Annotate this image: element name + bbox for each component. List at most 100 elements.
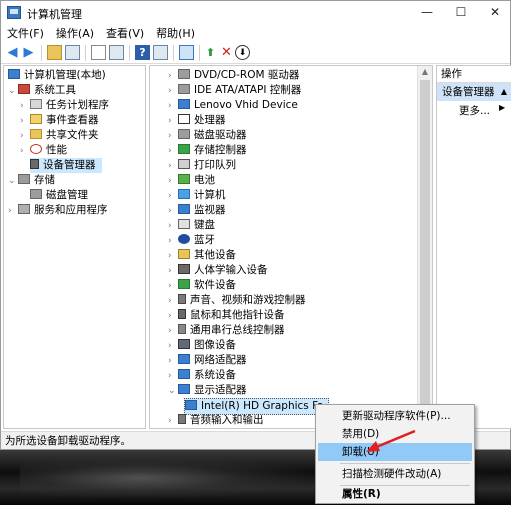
menu-file[interactable]: 文件(F)	[1, 25, 50, 43]
chevron-right-icon[interactable]: ›	[168, 324, 178, 339]
chevron-right-icon[interactable]: ›	[8, 204, 18, 219]
collapse-up-icon[interactable]: ▲	[501, 83, 507, 101]
menu-item-properties[interactable]: 属性(R)	[318, 485, 472, 503]
chevron-right-icon[interactable]: ›	[168, 114, 178, 129]
menu-item-update-driver[interactable]: 更新驱动程序软件(P)...	[318, 407, 472, 425]
device-category[interactable]: › Lenovo Vhid Device	[168, 98, 298, 113]
device-category[interactable]: › 磁盘驱动器	[168, 128, 247, 143]
device-category[interactable]: › 其他设备	[168, 248, 236, 263]
chevron-right-icon[interactable]: ›	[168, 279, 178, 294]
scroll-thumb[interactable]	[420, 80, 430, 428]
chevron-right-icon[interactable]: ›	[168, 84, 178, 99]
device-category[interactable]: › 图像设备	[168, 338, 236, 353]
system-tools-icon	[18, 84, 30, 94]
device-category[interactable]: › 通用串行总线控制器	[168, 323, 285, 338]
device-category[interactable]: › 网络适配器	[168, 353, 247, 368]
chevron-right-icon[interactable]: ›	[20, 114, 30, 129]
menu-item-scan-hardware[interactable]: 扫描检测硬件改动(A)	[318, 465, 472, 483]
device-category[interactable]: › 鼠标和其他指针设备	[168, 308, 285, 323]
help-icon[interactable]: ?	[135, 45, 150, 60]
chevron-right-icon[interactable]: ›	[168, 234, 178, 249]
device-label: 人体学输入设备	[194, 264, 268, 276]
chevron-right-icon[interactable]: ›	[168, 144, 178, 159]
chevron-right-icon[interactable]: ›	[168, 189, 178, 204]
chevron-down-icon[interactable]: ⌄	[168, 384, 178, 399]
tree-label: 计算机管理(本地)	[24, 69, 106, 81]
chevron-right-icon[interactable]: ›	[20, 144, 30, 159]
device-list-scrollbar[interactable]: ▲	[417, 66, 432, 428]
tree-item-shared-folders[interactable]: › 共享文件夹	[20, 128, 99, 143]
tree-item-task-scheduler[interactable]: › 任务计划程序	[20, 98, 109, 113]
scroll-up-icon[interactable]: ▲	[418, 66, 432, 78]
maximize-button[interactable]: ☐	[444, 1, 478, 25]
tree-label: 设备管理器	[43, 159, 96, 171]
device-category[interactable]: › 音频输入和输出	[168, 413, 264, 428]
device-category[interactable]: › 软件设备	[168, 278, 236, 293]
tree-item-services-apps[interactable]: › 服务和应用程序	[8, 203, 108, 218]
device-category[interactable]: › 监视器	[168, 203, 226, 218]
tree-item-event-viewer[interactable]: › 事件查看器	[20, 113, 99, 128]
tree-item-performance[interactable]: › 性能	[20, 143, 67, 158]
chevron-right-icon[interactable]: ›	[168, 414, 178, 428]
chevron-right-icon[interactable]: ›	[168, 309, 178, 324]
forward-arrow-icon[interactable]: ▶	[21, 45, 36, 60]
export-list-icon[interactable]	[109, 45, 124, 60]
chevron-right-icon[interactable]: ›	[168, 339, 178, 354]
show-hide-tree-icon[interactable]	[65, 45, 80, 60]
tree-item-device-manager[interactable]: 设备管理器	[30, 158, 102, 173]
actions-more[interactable]: 更多... ▶	[459, 103, 505, 118]
chevron-right-icon[interactable]: ›	[168, 129, 178, 144]
minimize-button[interactable]: —	[410, 1, 444, 25]
chevron-down-icon[interactable]: ⌄	[8, 84, 18, 99]
device-category[interactable]: › 系统设备	[168, 368, 236, 383]
uninstall-icon[interactable]: ✕	[219, 45, 234, 60]
tree-item-root[interactable]: 计算机管理(本地)	[8, 68, 106, 83]
tree-label: 共享文件夹	[46, 129, 99, 141]
scan-hardware-icon[interactable]	[179, 45, 194, 60]
chevron-right-icon[interactable]: ›	[168, 264, 178, 279]
chevron-right-icon[interactable]: ›	[168, 204, 178, 219]
device-category[interactable]: › 处理器	[168, 113, 226, 128]
chevron-right-icon[interactable]: ›	[168, 249, 178, 264]
device-category[interactable]: › IDE ATA/ATAPI 控制器	[168, 83, 301, 98]
chevron-right-icon[interactable]: ›	[168, 159, 178, 174]
menu-help[interactable]: 帮助(H)	[150, 25, 201, 43]
device-category-display-adapters[interactable]: ⌄ 显示适配器	[168, 383, 247, 398]
device-category[interactable]: › 存储控制器	[168, 143, 247, 158]
device-category[interactable]: › 声音、视频和游戏控制器	[168, 293, 306, 308]
close-button[interactable]: ✕	[478, 1, 511, 25]
tree-item-system-tools[interactable]: ⌄ 系统工具	[8, 83, 76, 98]
device-category[interactable]: › 电池	[168, 173, 215, 188]
actions-device-manager[interactable]: 设备管理器 ▲	[437, 83, 511, 101]
device-category[interactable]: › 键盘	[168, 218, 215, 233]
properties-icon[interactable]	[91, 45, 106, 60]
tree-item-disk-management[interactable]: 磁盘管理	[30, 188, 88, 203]
other-devices-icon	[178, 249, 190, 259]
device-category[interactable]: › 人体学输入设备	[168, 263, 268, 278]
view-icon[interactable]	[153, 45, 168, 60]
chevron-right-icon[interactable]: ›	[20, 99, 30, 114]
back-arrow-icon[interactable]: ◀	[5, 45, 20, 60]
chevron-right-icon[interactable]: ›	[168, 219, 178, 234]
device-category[interactable]: › 计算机	[168, 188, 226, 203]
disable-device-icon[interactable]: ⬇	[235, 45, 250, 60]
chevron-right-icon[interactable]: ›	[168, 69, 178, 84]
chevron-right-icon[interactable]: ›	[168, 174, 178, 189]
tree-label: 任务计划程序	[46, 99, 109, 111]
chevron-down-icon[interactable]: ⌄	[8, 174, 18, 189]
update-driver-icon[interactable]: ⬆	[203, 45, 218, 60]
device-category[interactable]: › DVD/CD-ROM 驱动器	[168, 68, 299, 83]
chevron-right-icon[interactable]: ›	[168, 369, 178, 384]
device-category[interactable]: › 打印队列	[168, 158, 236, 173]
device-category[interactable]: › 蓝牙	[168, 233, 215, 248]
chevron-right-icon[interactable]: ›	[168, 294, 178, 309]
ide-controller-icon	[178, 84, 190, 94]
up-folder-icon[interactable]	[47, 45, 62, 60]
menu-action[interactable]: 操作(A)	[50, 25, 100, 43]
chevron-right-icon[interactable]: ›	[168, 99, 178, 114]
tree-item-storage[interactable]: ⌄ 存储	[8, 173, 55, 188]
chevron-right-icon[interactable]: ›	[168, 354, 178, 369]
device-label: 系统设备	[194, 369, 236, 381]
menu-view[interactable]: 查看(V)	[100, 25, 150, 43]
chevron-right-icon[interactable]: ›	[20, 129, 30, 144]
